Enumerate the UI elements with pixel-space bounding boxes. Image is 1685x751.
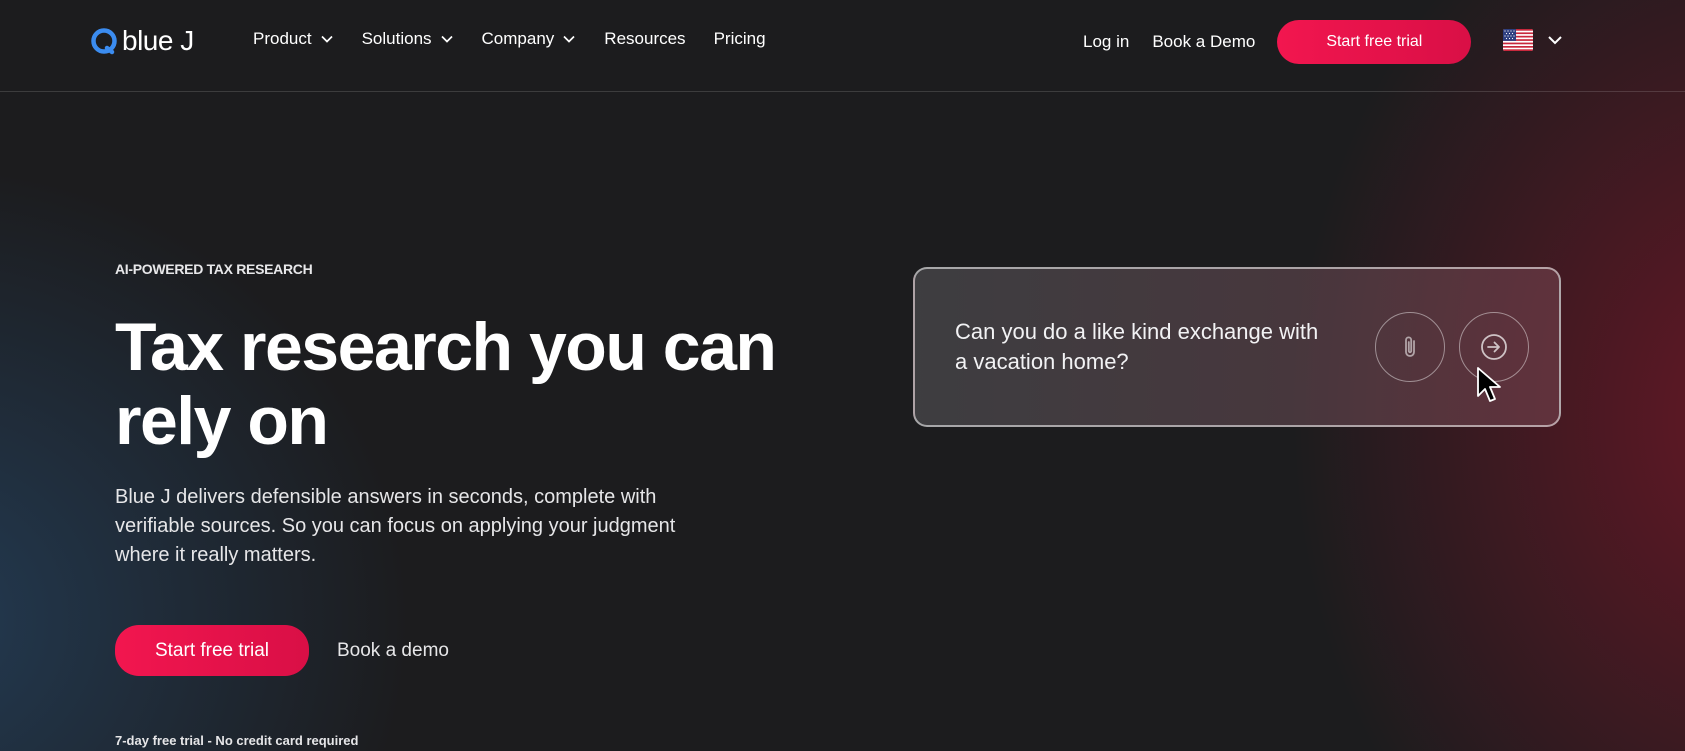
hero-headline: Tax research you can rely on [115, 309, 777, 459]
nav-item-company[interactable]: Company [482, 28, 577, 50]
hero-subcopy: Blue J delivers defensible answers in se… [115, 486, 676, 566]
logo[interactable]: blue J [90, 26, 194, 56]
nav-item-label: Pricing [713, 29, 766, 48]
start-trial-button[interactable]: Start free trial [1277, 20, 1472, 64]
query-text[interactable]: Can you do a like kind exchange with a v… [955, 317, 1335, 377]
hero-start-trial-button[interactable]: Start free trial [115, 625, 309, 676]
nav-item-solutions[interactable]: Solutions [362, 28, 454, 50]
hero-eyebrow: AI-POWERED TAX RESEARCH [115, 261, 313, 277]
nav-item-label: Solutions [361, 29, 432, 48]
hero-book-demo-link[interactable]: Book a demo [337, 640, 449, 662]
chevron-down-icon [440, 35, 453, 43]
logo-text: blue J [122, 25, 194, 56]
trial-fineprint: 7-day free trial - No credit card requir… [115, 733, 359, 748]
demo-query-card: Can you do a like kind exchange with a v… [913, 267, 1561, 427]
nav-item-pricing[interactable]: Pricing [714, 28, 766, 50]
cursor-icon [1477, 367, 1501, 402]
language-selector[interactable] [1503, 29, 1564, 51]
paperclip-icon [1405, 336, 1415, 357]
arrow-right-circle-icon [1481, 334, 1507, 360]
nav-item-label: Product [253, 29, 312, 48]
logo-mark-icon [91, 28, 117, 55]
chevron-down-icon [563, 35, 575, 43]
nav-item-product[interactable]: Product [253, 28, 334, 50]
us-flag-icon [1503, 29, 1533, 51]
nav-item-label: Resources [604, 29, 686, 48]
attach-button[interactable] [1375, 312, 1445, 382]
nav-item-label: Company [481, 29, 555, 48]
main-nav: Product Solutions Company Resources Pric… [253, 28, 794, 50]
chevron-down-icon [1548, 36, 1562, 45]
nav-item-resources[interactable]: Resources [604, 28, 685, 50]
chevron-down-icon [320, 35, 333, 43]
site-header: blue J Product Solutions Company Resourc… [0, 0, 1685, 92]
book-demo-link[interactable]: Book a Demo [1152, 32, 1255, 52]
header-actions: Log in Book a Demo Start free trial [1083, 20, 1472, 64]
login-link[interactable]: Log in [1083, 32, 1129, 52]
